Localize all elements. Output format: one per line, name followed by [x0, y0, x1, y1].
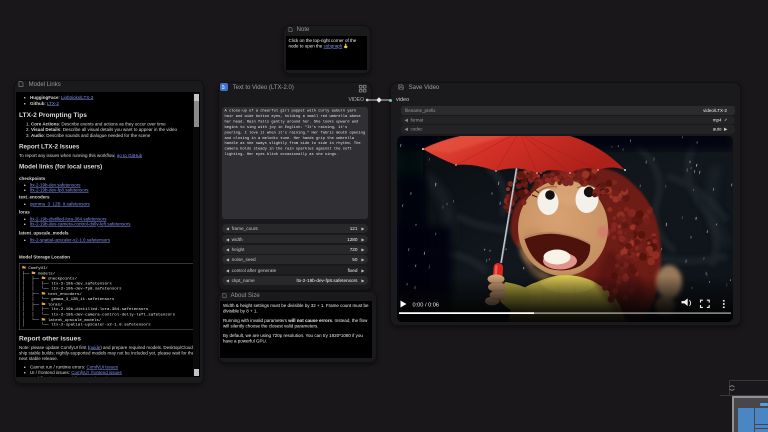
svg-text:0:00 / 0:06: 0:00 / 0:06 [413, 302, 439, 308]
